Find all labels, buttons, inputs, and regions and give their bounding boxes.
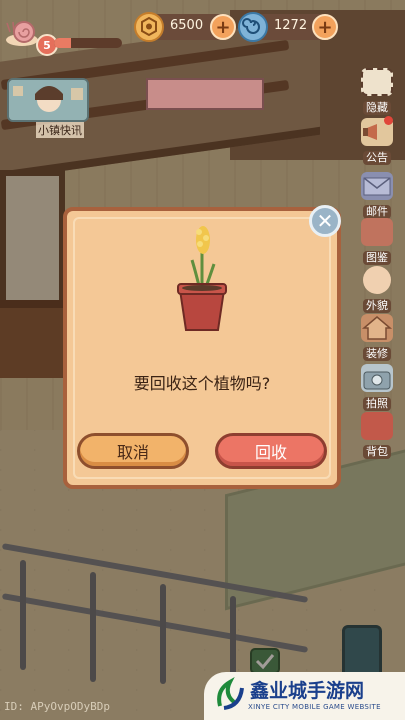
xp-progress-fill bbox=[54, 38, 71, 48]
dialog-question: 要回收这个植物吗? bbox=[133, 374, 271, 393]
add-coins-button[interactable]: + bbox=[210, 14, 236, 40]
side-menu-hide[interactable]: 隐藏 bbox=[357, 68, 397, 115]
side-menu-guide[interactable]: 图鉴 bbox=[357, 218, 397, 265]
news-label[interactable]: 小镇快讯 bbox=[36, 122, 84, 138]
site-logo-icon bbox=[214, 676, 246, 714]
side-menu-label: 邮件 bbox=[363, 205, 391, 219]
player-id: ID: APyOvpODyBDp bbox=[4, 700, 110, 713]
top-hud: 5 6500 + 1272 + bbox=[0, 10, 405, 56]
news-thumbnail[interactable] bbox=[7, 78, 89, 122]
side-menu-label: 背包 bbox=[363, 445, 391, 459]
hanging-banner bbox=[146, 78, 264, 110]
potted-hyacinth-icon bbox=[172, 218, 232, 338]
side-menu-mail[interactable]: 邮件 bbox=[357, 172, 397, 219]
cancel-button[interactable]: 取消 bbox=[77, 433, 189, 469]
snail-avatar-icon[interactable] bbox=[4, 18, 40, 48]
watermark-title: 鑫业城手游网 bbox=[250, 680, 365, 702]
side-menu-appearance[interactable]: 外貌 bbox=[357, 266, 397, 313]
book-icon bbox=[361, 218, 393, 246]
side-menu-label: 图鉴 bbox=[363, 251, 391, 265]
face-icon bbox=[363, 266, 391, 294]
gem-counter: 1272 + bbox=[238, 12, 338, 42]
side-menu-label: 公告 bbox=[363, 151, 391, 165]
swirl-gem-icon bbox=[238, 12, 268, 42]
gem-value: 1272 bbox=[274, 18, 308, 33]
side-menu-notice[interactable]: 公告 bbox=[357, 116, 397, 165]
add-gems-button[interactable]: + bbox=[312, 14, 338, 40]
envelope-icon bbox=[361, 172, 393, 200]
house-icon bbox=[361, 314, 393, 342]
coin-counter: 6500 + bbox=[134, 12, 236, 42]
side-menu-label: 拍照 bbox=[363, 397, 391, 411]
camera-icon bbox=[361, 364, 393, 392]
side-menu-bag[interactable]: 背包 bbox=[357, 412, 397, 459]
side-menu-photo[interactable]: 拍照 bbox=[357, 364, 397, 411]
side-menu-label: 装修 bbox=[363, 347, 391, 361]
coin-icon bbox=[134, 12, 164, 42]
watermark-subtitle: XINYE CITY MOBILE GAME WEBSITE bbox=[248, 703, 381, 711]
frame-icon bbox=[361, 68, 393, 96]
coin-value: 6500 bbox=[170, 18, 204, 33]
side-menu-label: 外貌 bbox=[363, 299, 391, 313]
recycle-button[interactable]: 回收 bbox=[215, 433, 327, 469]
side-menu: 隐藏 公告 邮件 图鉴 外貌 装修 拍照 背包 bbox=[349, 62, 405, 472]
backpack-icon bbox=[361, 412, 393, 440]
side-menu-decorate[interactable]: 装修 bbox=[357, 314, 397, 361]
close-icon[interactable]: ✕ bbox=[309, 205, 341, 237]
side-menu-label: 隐藏 bbox=[363, 101, 391, 115]
notification-dot bbox=[384, 116, 393, 125]
xp-progress-bar bbox=[54, 38, 122, 48]
